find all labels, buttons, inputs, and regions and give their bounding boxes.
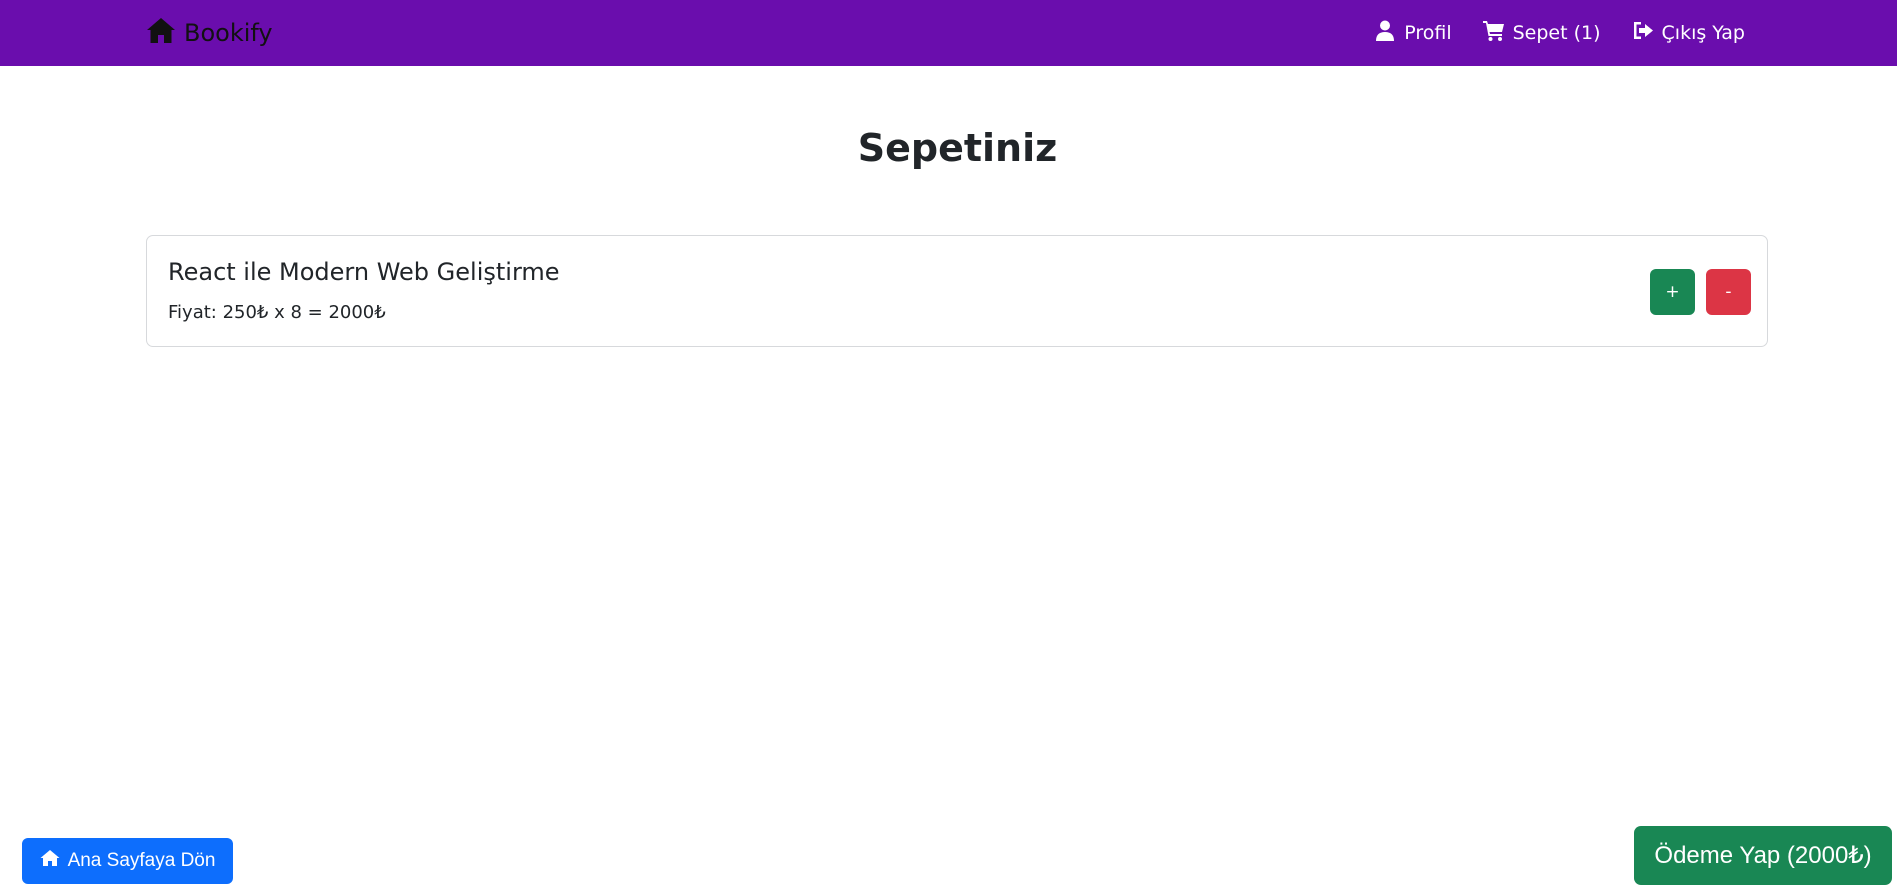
nav-links: Profil Sepet (1) Çıkış Yap: [1374, 0, 1745, 66]
cart-item-card: React ile Modern Web Geliştirme Fiyat: 2…: [146, 235, 1768, 347]
page-title: Sepetiniz: [857, 126, 1058, 170]
nav-link-profile[interactable]: Profil: [1374, 20, 1452, 46]
home-icon: [146, 17, 176, 50]
navbar: Bookify Profil Sepet (1) Çıkış Yap: [0, 0, 1897, 66]
increase-quantity-button[interactable]: +: [1650, 269, 1695, 315]
cart-item-title: React ile Modern Web Geliştirme: [168, 258, 560, 286]
brand-label: Bookify: [184, 19, 273, 47]
checkout-button[interactable]: Ödeme Yap (2000₺): [1634, 826, 1892, 885]
logout-icon: [1632, 20, 1654, 46]
nav-link-label: Profil: [1404, 22, 1452, 44]
nav-link-cart[interactable]: Sepet (1): [1482, 20, 1601, 46]
brand-link[interactable]: Bookify: [146, 0, 273, 66]
cart-icon: [1482, 20, 1505, 46]
decrease-quantity-button[interactable]: -: [1706, 269, 1751, 315]
back-to-home-button[interactable]: Ana Sayfaya Dön: [22, 838, 233, 884]
nav-link-logout[interactable]: Çıkış Yap: [1632, 20, 1745, 46]
user-icon: [1374, 20, 1396, 46]
nav-link-label: Çıkış Yap: [1661, 22, 1745, 44]
nav-link-label: Sepet (1): [1512, 22, 1601, 44]
home-icon: [40, 849, 60, 873]
back-to-home-label: Ana Sayfaya Dön: [67, 850, 216, 871]
cart-item-price: Fiyat: 250₺ x 8 = 2000₺: [168, 302, 386, 323]
